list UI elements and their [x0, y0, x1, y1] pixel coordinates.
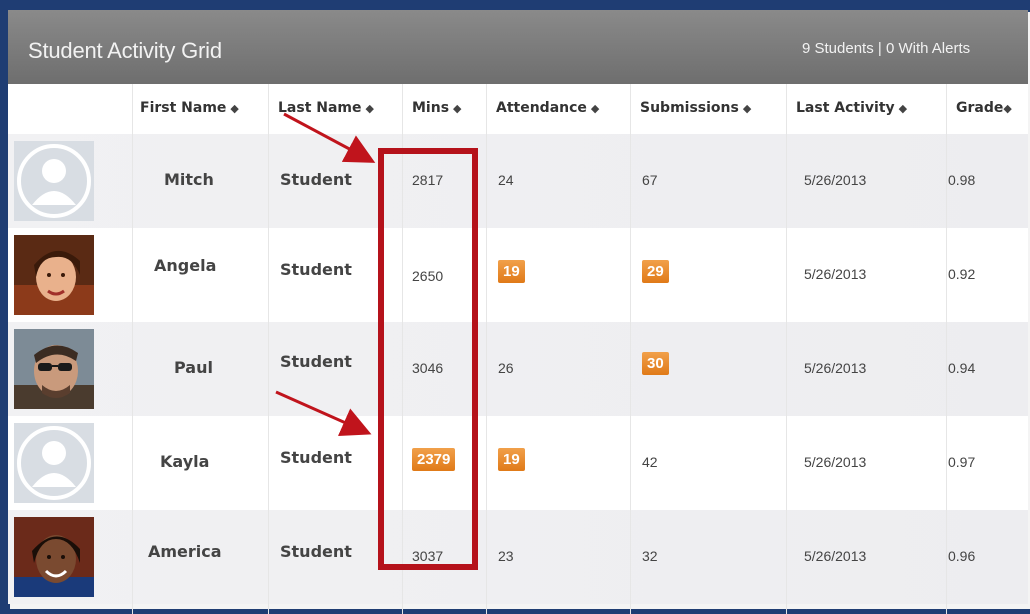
- submissions-alert-badge: 30: [642, 352, 669, 375]
- first-name-cell: Angela: [154, 256, 217, 275]
- grid-titlebar: Student Activity Grid 9 Students | 0 Wit…: [8, 10, 1028, 84]
- last-activity-cell: 5/26/2013: [804, 548, 867, 564]
- attendance-alert-badge: 19: [498, 260, 525, 283]
- header-label: First Name: [140, 100, 227, 116]
- first-name-cell: Kayla: [160, 452, 210, 471]
- first-name-cell: Mitch: [164, 170, 214, 189]
- last-name-cell: Student: [280, 170, 352, 189]
- column-divider: [132, 84, 133, 614]
- column-divider: [268, 84, 269, 614]
- attendance-cell: 24: [498, 172, 514, 188]
- header-label: Last Name: [278, 100, 362, 116]
- grid-summary: 9 Students | 0 With Alerts: [802, 40, 971, 57]
- table-row[interactable]: Angela Student 2650 19 29 5/26/2013 0.92: [8, 228, 1028, 322]
- sort-arrows-icon[interactable]: ◆: [743, 102, 751, 115]
- mins-alert-badge: 2379: [412, 448, 456, 471]
- first-name-cell: Paul: [174, 358, 213, 377]
- table-row[interactable]: Mitch Student 2817 24 67 5/26/2013 0.98: [8, 134, 1028, 228]
- last-activity-cell: 5/26/2013: [804, 266, 867, 282]
- grid-header-row: First Name ◆ Last Name ◆ Mins ◆ Attendance ◆…: [8, 84, 1028, 135]
- mins-cell: 2817: [412, 172, 444, 188]
- table-row[interactable]: Paul Student 3046 26 30 5/26/2013 0.94: [8, 322, 1028, 416]
- grade-cell: 0.92: [948, 266, 976, 282]
- header-label: Attendance: [496, 100, 587, 116]
- attendance-cell: 26: [498, 360, 514, 376]
- mins-cell: 3046: [412, 360, 444, 376]
- grade-cell: 0.94: [948, 360, 976, 376]
- grid-title: Student Activity Grid: [28, 38, 222, 63]
- last-name-cell: Student: [280, 542, 352, 561]
- attendance-cell: 23: [498, 548, 514, 564]
- submissions-cell: 42: [642, 454, 658, 470]
- header-label: Mins: [412, 100, 450, 116]
- grade-cell: 0.96: [948, 548, 976, 564]
- last-activity-cell: 5/26/2013: [804, 454, 867, 470]
- sort-arrows-icon[interactable]: ◆: [899, 102, 907, 115]
- grade-cell: 0.98: [948, 172, 976, 188]
- column-divider: [486, 84, 487, 614]
- attendance-alert-badge: 19: [498, 448, 525, 471]
- table-row[interactable]: Kayla Student 2379 19 42 5/26/2013 0.97: [8, 416, 1028, 510]
- first-name-cell: America: [148, 542, 222, 561]
- table-row[interactable]: America Student 3037 23 32 5/26/2013 0.9…: [8, 510, 1028, 604]
- submissions-alert-badge: 29: [642, 260, 669, 283]
- header-label: Submissions: [640, 100, 739, 116]
- header-submissions[interactable]: Submissions ◆: [640, 100, 751, 116]
- student-photo: [14, 235, 94, 315]
- sort-arrows-icon[interactable]: ◆: [230, 102, 238, 115]
- header-last-name[interactable]: Last Name ◆: [278, 100, 374, 116]
- last-name-cell: Student: [280, 448, 352, 467]
- student-photo: [14, 517, 94, 597]
- column-divider: [786, 84, 787, 614]
- submissions-cell: 67: [642, 172, 658, 188]
- sort-arrows-icon[interactable]: ◆: [591, 102, 599, 115]
- sort-arrows-icon[interactable]: ◆: [1003, 102, 1011, 115]
- header-label: Last Activity: [796, 100, 895, 116]
- header-mins[interactable]: Mins ◆: [412, 100, 462, 116]
- last-activity-cell: 5/26/2013: [804, 172, 867, 188]
- column-divider: [946, 84, 947, 614]
- sort-arrows-icon[interactable]: ◆: [366, 102, 374, 115]
- mins-cell: 3037: [412, 548, 444, 564]
- header-attendance[interactable]: Attendance ◆: [496, 100, 599, 116]
- header-label: Grade: [956, 100, 1004, 116]
- last-activity-cell: 5/26/2013: [804, 360, 867, 376]
- header-first-name[interactable]: First Name ◆: [140, 100, 239, 116]
- header-last-activity[interactable]: Last Activity ◆: [796, 100, 907, 116]
- grade-cell: 0.97: [948, 454, 976, 470]
- default-avatar-icon: [14, 423, 94, 503]
- student-photo: [14, 329, 94, 409]
- column-divider: [630, 84, 631, 614]
- mins-cell: 2650: [412, 268, 444, 284]
- last-name-cell: Student: [280, 352, 352, 371]
- column-divider: [402, 84, 403, 614]
- sort-arrows-icon[interactable]: ◆: [453, 102, 461, 115]
- last-name-cell: Student: [280, 260, 352, 279]
- default-avatar-icon: [14, 141, 94, 221]
- header-grade[interactable]: Grade◆: [956, 100, 1012, 116]
- submissions-cell: 32: [642, 548, 658, 564]
